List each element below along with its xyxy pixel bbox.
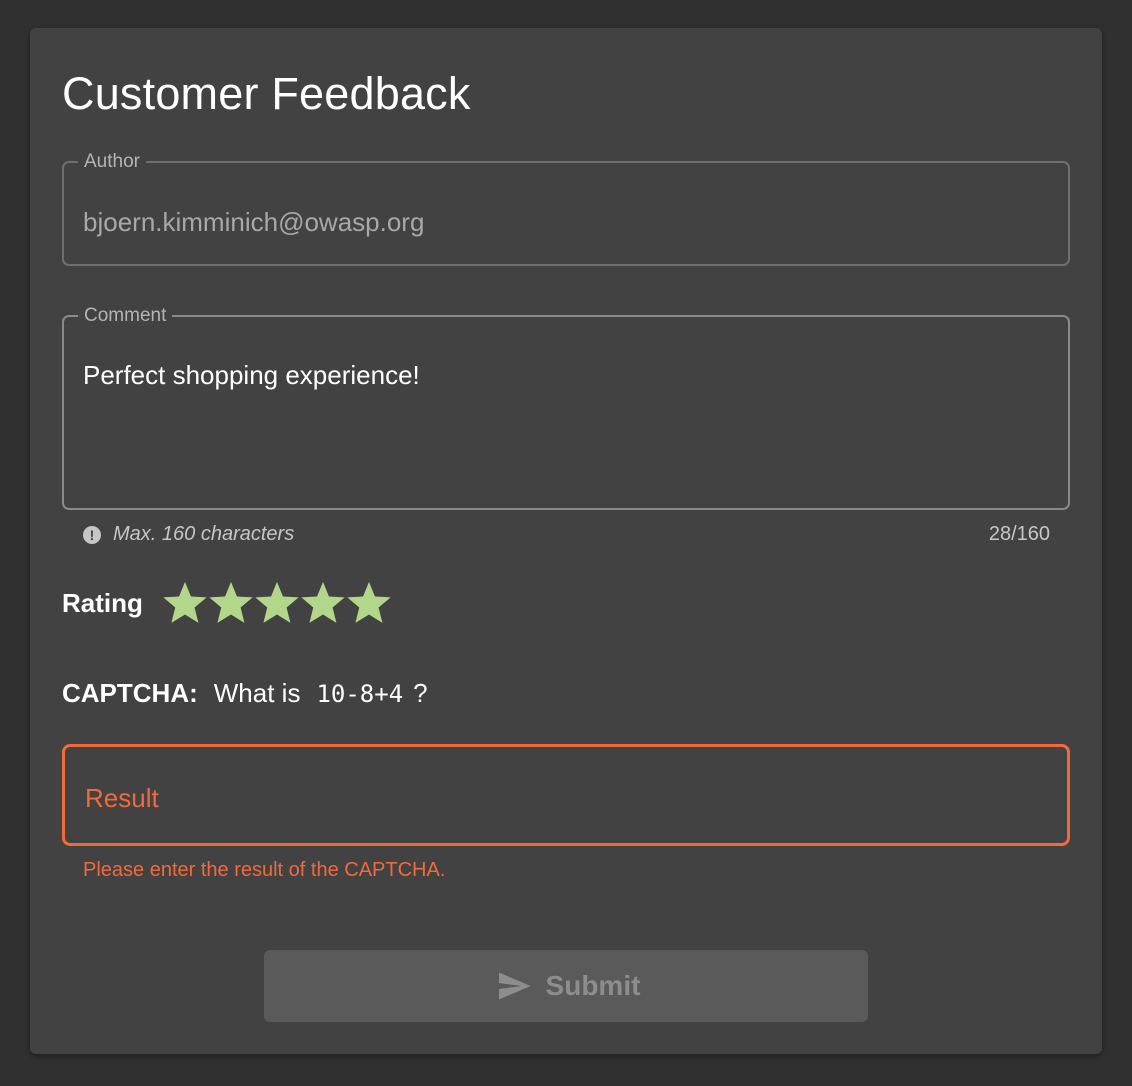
captcha-prefix: What is bbox=[213, 678, 301, 708]
info-icon: ! bbox=[83, 525, 101, 544]
send-icon bbox=[498, 972, 531, 1000]
submit-button[interactable]: Submit bbox=[264, 950, 868, 1022]
comment-textarea[interactable]: Perfect shopping experience! bbox=[83, 360, 420, 391]
feedback-card: Customer Feedback Author bjoern.kimminic… bbox=[30, 28, 1102, 1054]
comment-hint: ! Max. 160 characters bbox=[83, 523, 294, 546]
captcha-result-input[interactable] bbox=[83, 775, 1027, 821]
star-icon[interactable] bbox=[162, 578, 208, 626]
page-title: Customer Feedback bbox=[62, 68, 471, 119]
comment-char-counter: 28/160 bbox=[988, 523, 1050, 545]
captcha-suffix: ? bbox=[413, 678, 428, 708]
comment-field[interactable]: Comment Perfect shopping experience! bbox=[62, 306, 1070, 510]
author-value: bjoern.kimminich@owasp.org bbox=[83, 207, 425, 237]
comment-label: Comment bbox=[84, 305, 167, 326]
comment-hint-text: Max. 160 characters bbox=[113, 523, 295, 545]
rating-stars[interactable] bbox=[162, 578, 392, 626]
author-label: Author bbox=[84, 151, 140, 172]
star-icon[interactable] bbox=[346, 578, 392, 626]
star-icon[interactable] bbox=[300, 578, 346, 626]
star-icon[interactable] bbox=[208, 578, 254, 626]
captcha-expression: 10-8+4 bbox=[316, 680, 404, 708]
comment-field-outline: Comment bbox=[62, 305, 1070, 510]
author-field: Author bjoern.kimminich@owasp.org bbox=[62, 152, 1070, 266]
star-icon[interactable] bbox=[254, 578, 300, 626]
rating-label: Rating bbox=[62, 588, 143, 618]
captcha-result-field[interactable] bbox=[62, 744, 1070, 846]
captcha-error-message: Please enter the result of the CAPTCHA. bbox=[83, 859, 446, 881]
captcha-label: CAPTCHA: bbox=[62, 678, 198, 708]
submit-label: Submit bbox=[545, 970, 641, 1001]
captcha-question: CAPTCHA: What is 10-8+4 ? bbox=[62, 678, 428, 709]
